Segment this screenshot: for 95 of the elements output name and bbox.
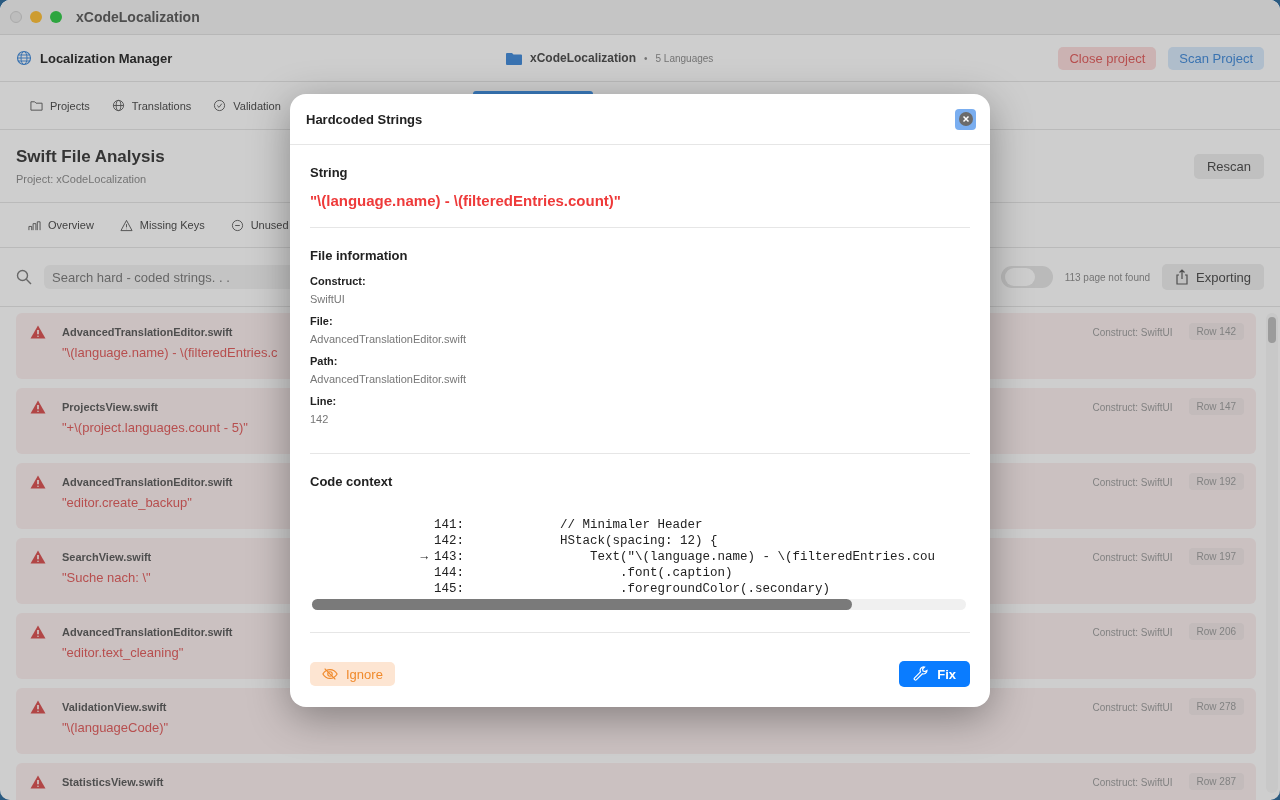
field-value: 142 <box>310 413 330 425</box>
section-heading: Code context <box>310 474 394 489</box>
horizontal-scrollbar[interactable] <box>312 599 966 610</box>
warning-icon <box>30 625 46 639</box>
warning-icon <box>119 218 133 232</box>
code-line: .font(.caption) <box>619 565 733 581</box>
dialog-title: Hardcoded Strings <box>306 111 423 127</box>
rescan-button[interactable]: Rescan <box>1193 153 1264 179</box>
sub-tab[interactable]: Unused <box>230 218 289 232</box>
construct-label: Construct: SwiftUI <box>1092 627 1173 638</box>
window-title: xCodeLocalization <box>76 9 200 25</box>
file-name: ProjectsView.swift <box>62 401 158 413</box>
row-badge: Row 206 <box>1188 623 1244 640</box>
folder-icon <box>506 51 522 65</box>
project-name: xCodeLocalization <box>530 51 636 65</box>
nav-tab[interactable]: Translations <box>109 93 194 118</box>
line-number: 143: <box>434 549 465 565</box>
app-name: Localization Manager <box>40 50 173 66</box>
field-value: AdvancedTranslationEditor.swift <box>310 373 468 385</box>
warning-icon <box>30 700 46 714</box>
status-text: 113 page not found <box>1064 271 1151 283</box>
code-line: // Minimaler Header <box>559 517 703 533</box>
field-label: File: <box>310 315 334 327</box>
string-value: "\(languageCode)" <box>62 720 169 735</box>
string-value: "editor.text_cleaning" <box>62 645 184 660</box>
construct-label: Construct: SwiftUI <box>1092 477 1173 488</box>
page-title: Swift File Analysis <box>16 147 165 167</box>
field-label: Path: <box>310 355 339 367</box>
row-badge: Row 287 <box>1188 773 1244 790</box>
globe-icon <box>16 50 32 66</box>
maximize-window-button[interactable] <box>50 11 62 23</box>
file-name: StatisticsView.swift <box>62 776 164 788</box>
separator-dot: • <box>644 52 648 64</box>
current-line-arrow: → <box>420 550 428 564</box>
wrench-icon <box>913 666 930 682</box>
scrollbar[interactable] <box>1266 313 1278 793</box>
warning-icon <box>30 325 46 339</box>
file-name: SearchView.swift <box>62 551 152 563</box>
result-card[interactable]: StatisticsView.swift Construct: SwiftUI Row 287 <box>16 763 1256 800</box>
nav-tab[interactable]: Validation <box>211 93 283 118</box>
warning-icon <box>30 775 46 789</box>
search-icon <box>16 269 32 285</box>
code-line: HStack(spacing: 12) { <box>559 533 718 549</box>
string-value: "editor.create_backup" <box>62 495 192 510</box>
construct-label: Construct: SwiftUI <box>1092 402 1173 413</box>
folder-icon <box>30 99 43 112</box>
row-badge: Row 147 <box>1188 398 1244 415</box>
checkmark-circle-icon <box>213 99 227 112</box>
construct-label: Construct: SwiftUI <box>1092 702 1173 713</box>
string-value: "Suche nach: \" <box>62 570 151 585</box>
string-value: "\(language.name) - \(filteredEntries.c <box>62 345 278 360</box>
warning-icon <box>30 400 46 414</box>
field-label: Line: <box>310 395 338 407</box>
line-number: 145: <box>434 581 465 597</box>
bar-chart-icon <box>28 218 41 232</box>
construct-label: Construct: SwiftUI <box>1092 777 1173 788</box>
sub-tab[interactable]: Overview <box>28 218 94 232</box>
field-value: SwiftUI <box>310 293 346 305</box>
string-value: "\(language.name) - \(filteredEntries.count)" <box>310 192 622 209</box>
fix-button[interactable]: Fix <box>899 661 970 687</box>
construct-label: Construct: SwiftUI <box>1092 327 1173 338</box>
line-number: 144: <box>434 565 465 581</box>
file-name: AdvancedTranslationEditor.swift <box>62 326 233 338</box>
row-badge: Row 142 <box>1188 323 1244 340</box>
minimize-window-button[interactable] <box>30 11 42 23</box>
file-name: ValidationView.swift <box>62 701 167 713</box>
share-icon <box>1175 269 1190 285</box>
string-value: "+\(project.languages.count - 5)" <box>62 420 248 435</box>
field-value: AdvancedTranslationEditor.swift <box>310 333 468 345</box>
globe-icon <box>111 99 125 112</box>
section-heading: File information <box>310 248 409 263</box>
close-button[interactable] <box>955 108 976 130</box>
warning-icon <box>30 475 46 489</box>
row-badge: Row 197 <box>1188 548 1244 565</box>
sub-tab[interactable]: Missing Keys <box>119 218 205 232</box>
file-name: AdvancedTranslationEditor.swift <box>62 476 233 488</box>
page-subtitle: Project: xCodeLocalization <box>16 173 148 185</box>
construct-label: Construct: SwiftUI <box>1092 552 1173 563</box>
toggle-switch[interactable] <box>1000 266 1053 288</box>
close-window-button[interactable] <box>10 11 22 23</box>
field-label: Construct: <box>310 275 367 287</box>
code-line: .foregroundColor(.secondary) <box>619 581 831 597</box>
code-line: Text("\(language.name) - \(filteredEntries.cou <box>589 549 936 565</box>
row-badge: Row 278 <box>1188 698 1244 715</box>
line-number: 142: <box>434 533 465 549</box>
file-name: AdvancedTranslationEditor.swift <box>62 626 233 638</box>
language-count: 5 Languages <box>655 52 714 64</box>
warning-icon <box>30 550 46 564</box>
row-badge: Row 192 <box>1188 473 1244 490</box>
export-button[interactable]: Exporting <box>1162 264 1264 290</box>
line-number: 141: <box>434 517 465 533</box>
eye-slash-icon <box>322 666 338 682</box>
nav-tab[interactable]: Projects <box>28 93 92 118</box>
section-heading: String <box>310 165 349 180</box>
minus-circle-icon <box>230 218 244 232</box>
